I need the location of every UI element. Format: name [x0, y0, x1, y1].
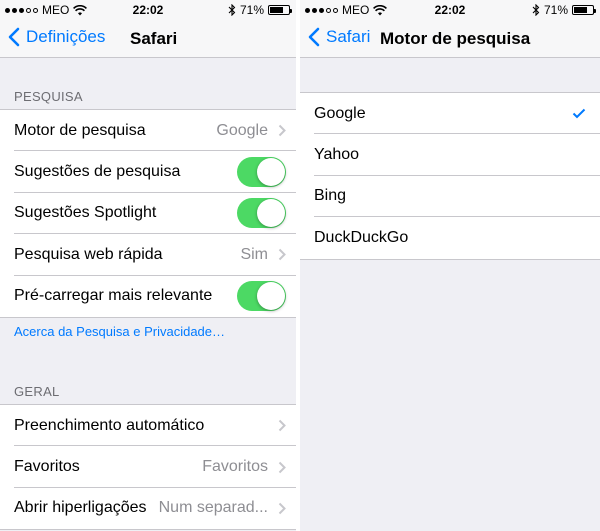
toggle-knob	[257, 199, 285, 228]
back-button[interactable]: Definições	[8, 27, 105, 47]
row-label: Motor de pesquisa	[14, 121, 146, 139]
section-header-general: GERAL	[14, 384, 60, 399]
row-value: Num separad...	[158, 499, 268, 517]
row-label: Sugestões Spotlight	[14, 204, 157, 222]
option-label: Yahoo	[314, 146, 360, 164]
row-value: Favoritos	[202, 458, 268, 476]
section-header-search: PESQUISA	[14, 89, 83, 104]
row-label: Pesquisa web rápida	[14, 245, 163, 263]
checkmark-icon	[572, 108, 586, 119]
quick-website-search-row[interactable]: Pesquisa web rápida Sim	[0, 234, 296, 276]
option-label: Bing	[314, 187, 347, 205]
back-button[interactable]: Safari	[308, 27, 370, 47]
row-label: Abrir hiperligações	[14, 499, 147, 517]
navigation-bar: Safari Motor de pesquisa	[300, 20, 600, 58]
search-engine-options: Google Yahoo Bing DuckDuckGo	[300, 92, 600, 260]
chevron-left-icon	[8, 27, 20, 47]
search-settings-group: Motor de pesquisa Google Sugestões de pe…	[0, 109, 296, 318]
row-value: Google	[216, 121, 268, 139]
status-bar: MEO 22:02 71%	[300, 0, 600, 20]
autofill-row[interactable]: Preenchimento automático	[0, 405, 296, 447]
safari-settings-screen: MEO 22:02 71% Definições Safari PESQUISA…	[0, 0, 296, 531]
search-engine-screen: MEO 22:02 71% Safari Motor de pesquisa G…	[300, 0, 600, 531]
search-engine-option[interactable]: Bing	[300, 176, 600, 218]
status-bar: MEO 22:02 71%	[0, 0, 296, 20]
search-engine-option[interactable]: Google	[300, 93, 600, 135]
toggle-knob	[257, 158, 285, 187]
preload-top-hit-toggle[interactable]	[237, 281, 286, 312]
general-settings-group: Preenchimento automático Favoritos Favor…	[0, 404, 296, 531]
row-value: Sim	[240, 245, 268, 263]
row-label: Pré-carregar mais relevante	[14, 287, 213, 305]
navigation-bar: Definições Safari	[0, 20, 296, 58]
search-suggestions-toggle[interactable]	[237, 157, 286, 188]
page-title: Motor de pesquisa	[380, 29, 531, 48]
battery-icon	[268, 5, 292, 15]
chevron-right-icon	[278, 249, 286, 261]
search-privacy-link[interactable]: Acerca da Pesquisa e Privacidade…	[14, 324, 225, 339]
chevron-right-icon	[278, 461, 286, 473]
search-engine-row[interactable]: Motor de pesquisa Google	[0, 110, 296, 152]
spotlight-suggestions-toggle[interactable]	[237, 198, 286, 229]
search-suggestions-row: Sugestões de pesquisa	[0, 151, 296, 194]
battery-icon	[572, 5, 596, 15]
battery-percent: 71%	[543, 3, 568, 17]
back-button-label: Definições	[26, 27, 106, 46]
search-engine-option[interactable]: Yahoo	[300, 134, 600, 177]
chevron-right-icon	[278, 124, 286, 137]
bluetooth-icon	[532, 4, 540, 16]
option-label: DuckDuckGo	[314, 228, 409, 246]
row-label: Preenchimento automático	[14, 416, 205, 434]
toggle-knob	[257, 282, 285, 311]
option-label: Google	[314, 104, 366, 122]
bluetooth-icon	[228, 4, 236, 16]
chevron-right-icon	[278, 419, 286, 432]
row-label: Sugestões de pesquisa	[14, 163, 181, 181]
spotlight-suggestions-row: Sugestões Spotlight	[0, 193, 296, 235]
row-label: Favoritos	[14, 458, 80, 476]
favorites-row[interactable]: Favoritos Favoritos	[0, 446, 296, 489]
back-button-label: Safari	[326, 27, 371, 46]
battery-percent: 71%	[239, 3, 264, 17]
preload-top-hit-row: Pré-carregar mais relevante	[0, 276, 296, 317]
search-engine-option[interactable]: DuckDuckGo	[300, 217, 600, 258]
chevron-left-icon	[308, 27, 320, 47]
page-title: Safari	[130, 29, 178, 48]
open-links-row[interactable]: Abrir hiperligações Num separad...	[0, 488, 296, 529]
chevron-right-icon	[278, 502, 286, 515]
